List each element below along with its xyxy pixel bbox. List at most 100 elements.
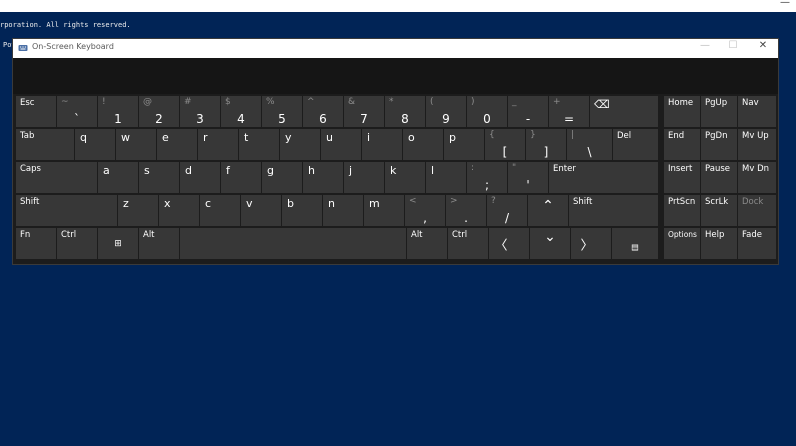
- key-fade[interactable]: Fade: [738, 228, 776, 259]
- key-6[interactable]: ^ 6: [303, 96, 343, 127]
- key-4[interactable]: $4: [221, 96, 261, 127]
- key-mv-up[interactable]: Mv Up: [738, 129, 776, 160]
- key-options[interactable]: Options: [664, 228, 700, 259]
- key-comma[interactable]: <,: [405, 195, 445, 226]
- key-arrow-left[interactable]: 〈: [489, 228, 529, 259]
- key-w[interactable]: w: [116, 129, 156, 160]
- key-shift-label: ?: [491, 196, 496, 206]
- key-q[interactable]: q: [75, 129, 115, 160]
- key-ctrl-right[interactable]: Ctrl: [448, 228, 488, 259]
- key-c[interactable]: c: [200, 195, 240, 226]
- key-del[interactable]: Del: [613, 129, 658, 160]
- key-r[interactable]: r: [198, 129, 238, 160]
- key-0[interactable]: ) 0: [467, 96, 507, 127]
- key-main-label: ;: [484, 178, 490, 192]
- key-nav[interactable]: Nav: [738, 96, 776, 127]
- key-e[interactable]: e: [157, 129, 197, 160]
- key-help[interactable]: Help: [701, 228, 737, 259]
- key-v[interactable]: v: [241, 195, 281, 226]
- key-label: t: [244, 131, 249, 144]
- key-1[interactable]: ! 1: [98, 96, 138, 127]
- key-right-bracket[interactable]: }]: [526, 129, 566, 160]
- key-a[interactable]: a: [98, 162, 138, 193]
- key-label: Tab: [20, 131, 35, 141]
- key-slash[interactable]: ? /: [487, 195, 527, 226]
- key-shift-label: %: [266, 97, 275, 107]
- key-p[interactable]: p: [444, 129, 484, 160]
- key-menu[interactable]: ▤: [612, 228, 658, 259]
- key-y[interactable]: y: [280, 129, 320, 160]
- arrow-up-icon: ⌃: [542, 197, 554, 214]
- key-dock[interactable]: Dock: [738, 195, 776, 226]
- key-shift-left[interactable]: Shift: [16, 195, 117, 226]
- key-arrow-up[interactable]: ⌃: [528, 195, 568, 226]
- key-end[interactable]: End: [664, 129, 700, 160]
- key-label: Options: [668, 230, 697, 239]
- key-main-label: 7: [360, 112, 368, 126]
- key-g[interactable]: g: [262, 162, 302, 193]
- key-m[interactable]: m: [364, 195, 404, 226]
- key-semicolon[interactable]: :;: [467, 162, 507, 193]
- key-d[interactable]: d: [180, 162, 220, 193]
- maximize-icon[interactable]: ☐: [723, 40, 743, 51]
- key-shift-label: $: [225, 97, 231, 107]
- console-close-icon[interactable]: —: [780, 0, 790, 8]
- key-tab[interactable]: Tab: [16, 129, 74, 160]
- key-pause[interactable]: Pause: [701, 162, 737, 193]
- key-shift-right[interactable]: Shift: [569, 195, 658, 226]
- key-insert[interactable]: Insert: [664, 162, 700, 193]
- key-alt-right[interactable]: Alt: [407, 228, 447, 259]
- key-x[interactable]: x: [159, 195, 199, 226]
- key-f[interactable]: f: [221, 162, 261, 193]
- key-pgdn[interactable]: PgDn: [701, 129, 737, 160]
- key-backslash[interactable]: | \: [567, 129, 612, 160]
- key-esc[interactable]: Esc: [16, 96, 56, 127]
- key-h[interactable]: h: [303, 162, 343, 193]
- key-9[interactable]: (9: [426, 96, 466, 127]
- key-5[interactable]: % 5: [262, 96, 302, 127]
- minimize-icon[interactable]: —: [695, 40, 715, 51]
- key-i[interactable]: i: [362, 129, 402, 160]
- key-n[interactable]: n: [323, 195, 363, 226]
- key-ctrl-left[interactable]: Ctrl: [57, 228, 97, 259]
- key-label: Dock: [742, 197, 764, 207]
- key-backspace[interactable]: ⌫: [590, 96, 658, 127]
- key-8[interactable]: * 8: [385, 96, 425, 127]
- key-caps[interactable]: Caps: [16, 162, 97, 193]
- key-alt-left[interactable]: Alt: [139, 228, 179, 259]
- key-mv-dn[interactable]: Mv Dn: [738, 162, 776, 193]
- key-u[interactable]: u: [321, 129, 361, 160]
- key-arrow-down[interactable]: ⌄: [530, 228, 570, 259]
- key-home[interactable]: Home: [664, 96, 700, 127]
- key-k[interactable]: k: [385, 162, 425, 193]
- backspace-icon: ⌫: [594, 98, 610, 111]
- key-backtick[interactable]: ~ `: [57, 96, 97, 127]
- key-scrlk[interactable]: ScrLk: [701, 195, 737, 226]
- key-space[interactable]: [180, 228, 406, 259]
- key-arrow-right[interactable]: 〉: [571, 228, 611, 259]
- key-left-bracket[interactable]: {[: [485, 129, 525, 160]
- key-minus[interactable]: _ -: [508, 96, 548, 127]
- key-z[interactable]: z: [118, 195, 158, 226]
- key-main-label: 0: [483, 112, 491, 126]
- key-equals[interactable]: + =: [549, 96, 589, 127]
- key-prtscn[interactable]: PrtScn: [664, 195, 700, 226]
- key-b[interactable]: b: [282, 195, 322, 226]
- key-7[interactable]: & 7: [344, 96, 384, 127]
- close-icon[interactable]: ✕: [753, 40, 773, 51]
- key-s[interactable]: s: [139, 162, 179, 193]
- key-o[interactable]: o: [403, 129, 443, 160]
- key-windows[interactable]: ⊞: [98, 228, 138, 259]
- key-fn[interactable]: Fn: [16, 228, 56, 259]
- key-j[interactable]: j: [344, 162, 384, 193]
- key-t[interactable]: t: [239, 129, 279, 160]
- key-l[interactable]: l: [426, 162, 466, 193]
- osk-titlebar[interactable]: On-Screen Keyboard — ☐ ✕: [13, 39, 778, 58]
- key-2[interactable]: @2: [139, 96, 179, 127]
- key-enter[interactable]: Enter: [549, 162, 658, 193]
- key-quote[interactable]: " ': [508, 162, 548, 193]
- key-3[interactable]: #3: [180, 96, 220, 127]
- key-main-label: =: [563, 112, 575, 126]
- key-period[interactable]: >.: [446, 195, 486, 226]
- key-pgup[interactable]: PgUp: [701, 96, 737, 127]
